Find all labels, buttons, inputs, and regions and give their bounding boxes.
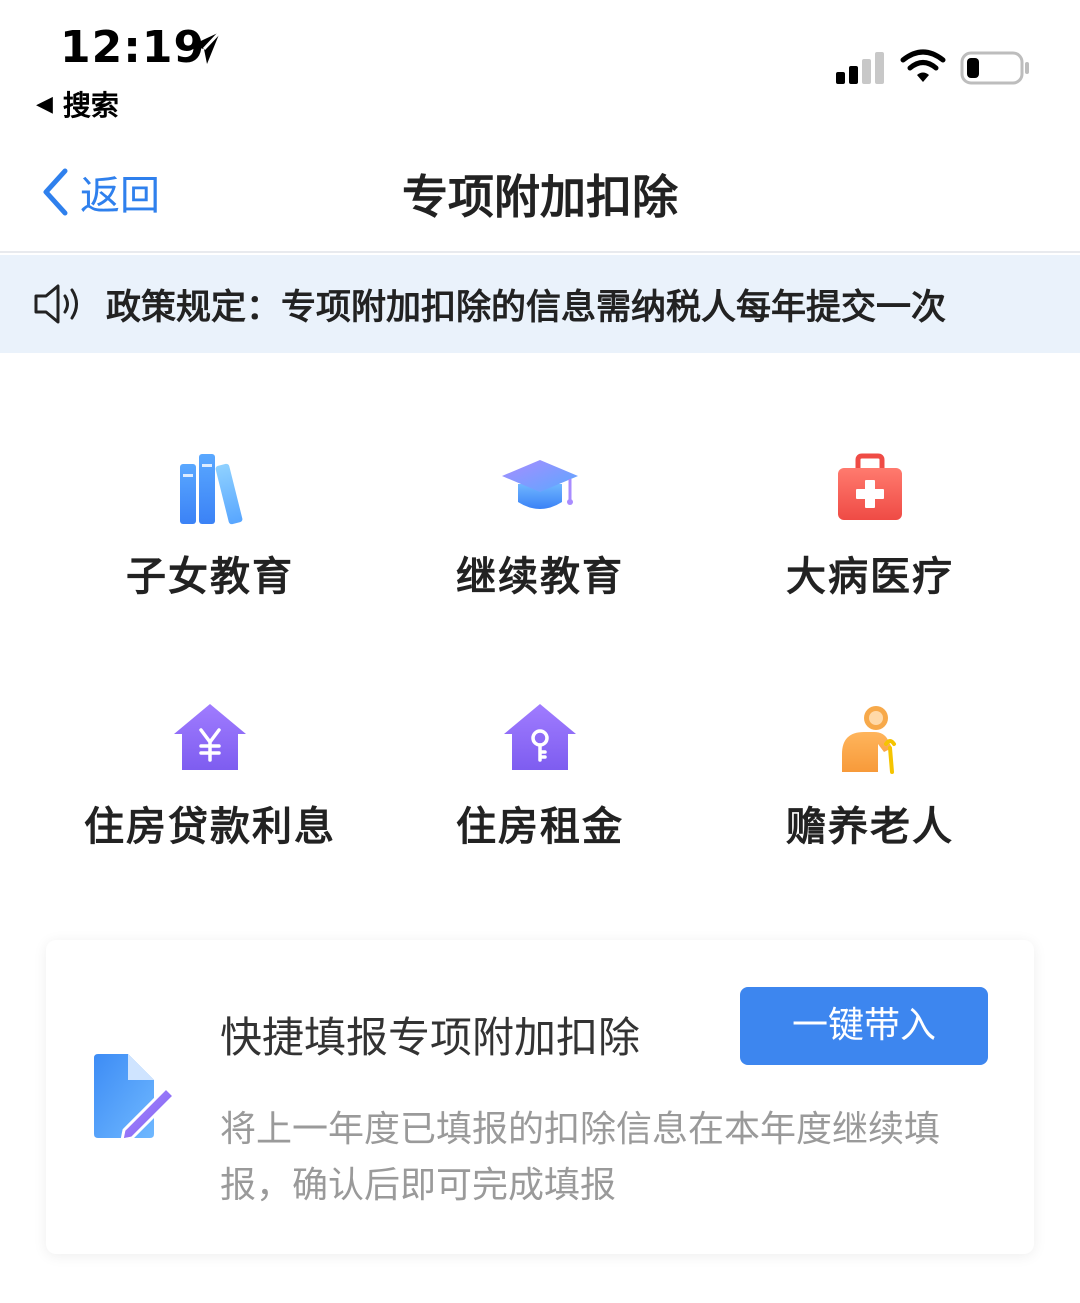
document-edit-icon xyxy=(94,1054,176,1142)
back-to-app[interactable]: ◀ 搜索 xyxy=(36,84,119,124)
policy-notice-text: 政策规定：专项附加扣除的信息需纳税人每年提交一次 xyxy=(106,287,947,328)
house-yen-icon xyxy=(174,704,246,770)
medical-kit-icon xyxy=(838,453,902,520)
category-children-education[interactable]: 子女教育 xyxy=(30,420,390,620)
wifi-icon xyxy=(900,49,946,82)
cellular-signal-icon xyxy=(836,52,884,84)
battery-icon xyxy=(960,51,1029,85)
status-bar: 12:19 ◀ 搜索 xyxy=(0,0,1080,135)
books-icon xyxy=(180,454,243,525)
category-label: 大病医疗 xyxy=(786,554,954,600)
page-title: 专项附加扣除 xyxy=(402,170,678,224)
category-label: 住房租金 xyxy=(456,804,624,850)
category-serious-illness[interactable]: 大病医疗 xyxy=(690,420,1050,620)
house-key-icon xyxy=(504,704,576,770)
category-housing-rent[interactable]: 住房租金 xyxy=(360,670,720,870)
policy-notice-banner: 政策规定：专项附加扣除的信息需纳税人每年提交一次 xyxy=(0,255,1080,353)
back-triangle-icon: ◀ xyxy=(36,91,53,117)
category-elderly-support[interactable]: 赡养老人 xyxy=(690,670,1050,870)
status-time: 12:19 xyxy=(60,22,206,73)
quick-fill-title: 快捷填报专项附加扣除 xyxy=(220,1013,641,1062)
quick-fill-description: 将上一年度已填报的扣除信息在本年度继续填报，确认后即可完成填报 xyxy=(220,1109,941,1206)
location-arrow-icon xyxy=(190,30,222,64)
elderly-person-icon xyxy=(842,706,896,774)
category-label: 子女教育 xyxy=(126,554,294,600)
one-click-import-button[interactable]: 一键带入 xyxy=(740,987,988,1065)
category-housing-loan-interest[interactable]: 住房贷款利息 xyxy=(30,670,390,870)
category-label: 住房贷款利息 xyxy=(84,804,336,850)
quick-fill-card: 快捷填报专项附加扣除 一键带入 将上一年度已填报的扣除信息在本年度继续填报，确认… xyxy=(46,940,1034,1254)
back-to-app-label: 搜索 xyxy=(62,89,119,122)
nav-bar: 返回 专项附加扣除 xyxy=(0,135,1080,253)
category-continuing-education[interactable]: 继续教育 xyxy=(360,420,720,620)
category-label: 继续教育 xyxy=(456,554,624,600)
category-label: 赡养老人 xyxy=(786,804,954,850)
speaker-icon xyxy=(34,284,78,324)
graduation-cap-icon xyxy=(502,460,578,509)
